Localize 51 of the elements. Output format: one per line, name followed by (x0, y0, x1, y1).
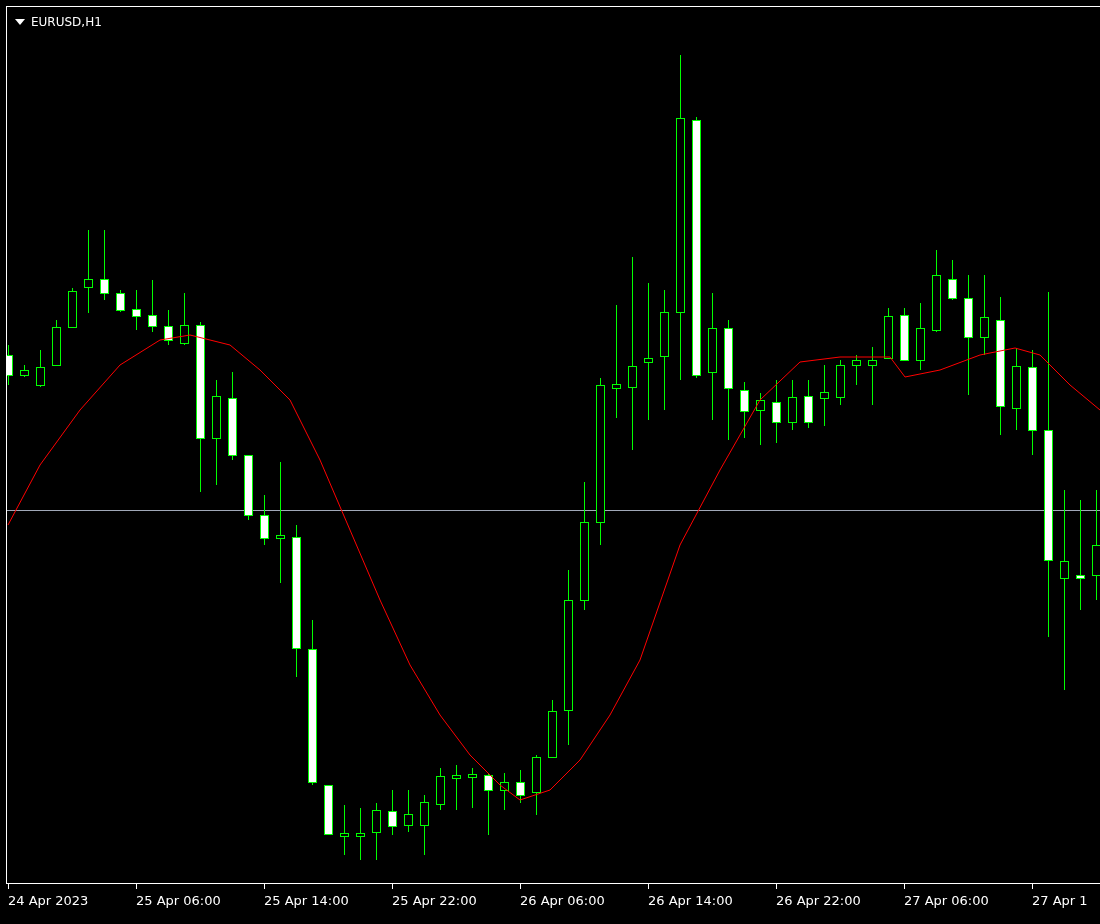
time-axis-label: 26 Apr 06:00 (520, 893, 606, 908)
candlestick (500, 772, 509, 811)
candlestick (324, 784, 333, 836)
candlestick (452, 764, 461, 811)
candlestick (868, 346, 877, 406)
candlestick (948, 259, 957, 301)
candlestick (132, 289, 141, 331)
candlestick (484, 772, 493, 836)
candlestick (164, 309, 173, 346)
dropdown-triangle-icon[interactable] (15, 19, 25, 25)
candlestick (260, 494, 269, 546)
candlestick (756, 392, 765, 446)
candlestick (916, 302, 925, 371)
candlestick (516, 769, 525, 804)
candlestick (356, 807, 365, 861)
time-axis-label: 25 Apr 22:00 (392, 893, 478, 908)
time-axis-label: 27 Apr 1 (1032, 893, 1089, 908)
candlestick (788, 379, 797, 431)
candlestick (804, 379, 813, 429)
candlestick (836, 359, 845, 406)
candlestick (180, 292, 189, 346)
candlestick (116, 289, 125, 313)
candlestick (772, 379, 781, 444)
time-axis-label: 25 Apr 14:00 (264, 893, 350, 908)
time-axis-label: 26 Apr 22:00 (776, 893, 862, 908)
candlestick (420, 794, 429, 856)
candlestick (52, 319, 61, 366)
time-axis-label: 26 Apr 14:00 (648, 893, 734, 908)
candlestick (244, 454, 253, 521)
candlestick (852, 354, 861, 386)
candlestick (36, 349, 45, 388)
candlestick (388, 789, 397, 836)
candlestick (740, 381, 749, 439)
candlestick (148, 279, 157, 333)
candlestick (68, 287, 77, 329)
candlestick (900, 307, 909, 361)
candlestick (100, 229, 109, 301)
candlestick (884, 307, 893, 359)
time-axis-label: 27 Apr 06:00 (904, 893, 990, 908)
candlestick (532, 754, 541, 816)
time-axis-label: 25 Apr 06:00 (136, 893, 222, 908)
candlestick (468, 767, 477, 809)
candlestick (340, 804, 349, 856)
candlestick (548, 699, 557, 758)
chart-title: EURUSD,H1 (31, 15, 102, 29)
candlestick (372, 802, 381, 861)
candlestick (436, 767, 445, 811)
candlestick (820, 364, 829, 427)
time-axis-label: 24 Apr 2023 (8, 893, 90, 908)
candlestick (20, 364, 29, 378)
candlestick (404, 789, 413, 833)
